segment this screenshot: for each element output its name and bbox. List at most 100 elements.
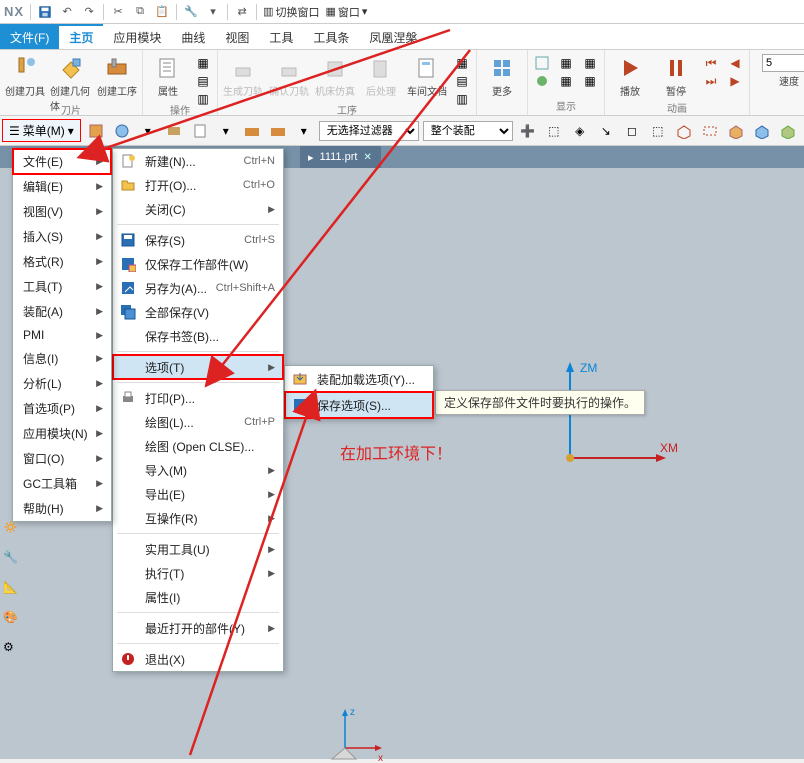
submenu-item[interactable]: 另存为(A)...Ctrl+Shift+A — [113, 276, 283, 300]
submenu-item[interactable]: 全部保存(V) — [113, 300, 283, 324]
window-menu[interactable]: ▦窗口▾ — [325, 4, 367, 20]
submenu-item[interactable]: 导出(E)▶ — [113, 482, 283, 506]
t2-2-icon[interactable] — [111, 120, 133, 142]
tab-toolbar[interactable]: 工具条 — [303, 24, 359, 49]
op-small-1-icon[interactable]: ▦ — [193, 55, 213, 71]
tab-application[interactable]: 应用模块 — [103, 24, 171, 49]
t2-7-icon[interactable] — [241, 120, 263, 142]
t2-k-icon[interactable] — [777, 120, 799, 142]
t2-8-icon[interactable] — [267, 120, 289, 142]
disp-3-icon[interactable]: ▦ — [556, 55, 576, 71]
tool-icon[interactable]: 🔧 — [183, 4, 199, 20]
tab-view[interactable]: 视图 — [215, 24, 259, 49]
t2-f-icon[interactable]: ⬚ — [647, 120, 669, 142]
menu-item[interactable]: 首选项(P)▶ — [13, 396, 111, 421]
disp-4-icon[interactable]: ▦ — [556, 73, 576, 89]
menu-item[interactable]: 文件(E)▶ — [12, 148, 112, 175]
t2-4-icon[interactable] — [163, 120, 185, 142]
menu-item[interactable]: 信息(I)▶ — [13, 346, 111, 371]
close-tab-icon[interactable]: ✕ — [363, 152, 371, 163]
submenu-item[interactable]: 实用工具(U)▶ — [113, 537, 283, 561]
menu-item[interactable]: GC工具箱▶ — [13, 471, 111, 496]
document-tab[interactable]: ▸ 1111.prt ✕ — [300, 146, 381, 168]
menu-item[interactable]: 视图(V)▶ — [13, 199, 111, 224]
menu-item[interactable]: 帮助(H)▶ — [13, 496, 111, 521]
play-button[interactable]: 播放 — [609, 52, 651, 98]
menu-item[interactable]: 格式(R)▶ — [13, 249, 111, 274]
tab-fenghuang[interactable]: 凤凰涅槃 — [359, 24, 427, 49]
chevron-down-icon[interactable]: ▾ — [205, 4, 221, 20]
t2-c-icon[interactable]: ◈ — [569, 120, 591, 142]
copy-icon[interactable]: ⧉ — [132, 4, 148, 20]
create-tool-button[interactable]: 创建刀具 — [4, 52, 46, 98]
t2-6-icon[interactable]: ▾ — [215, 120, 237, 142]
skip-back-icon[interactable]: ⏮ — [701, 55, 721, 71]
menu-item[interactable]: PMI▶ — [13, 324, 111, 346]
more-button[interactable]: 更多 — [481, 52, 523, 98]
t2-d-icon[interactable]: ↘ — [595, 120, 617, 142]
t2-5-icon[interactable] — [189, 120, 211, 142]
tab-curve[interactable]: 曲线 — [171, 24, 215, 49]
submenu-item[interactable]: 导入(M)▶ — [113, 458, 283, 482]
t2-3-icon[interactable]: ▾ — [137, 120, 159, 142]
switch-window[interactable]: ▥切换窗口 — [263, 4, 319, 20]
submenu-item[interactable]: 属性(I) — [113, 585, 283, 609]
cut-icon[interactable]: ✂ — [110, 4, 126, 20]
speed-input[interactable] — [762, 54, 804, 72]
menu-button[interactable]: ☰ 菜单(M)▾ — [2, 119, 81, 142]
lt-1-icon[interactable]: 🔅 — [3, 520, 19, 536]
submenu-item[interactable]: 绘图(L)...Ctrl+P — [113, 410, 283, 434]
disp-1-icon[interactable] — [532, 55, 552, 71]
shopfloor-doc-button[interactable]: 车间文档 — [406, 52, 448, 98]
lt-4-icon[interactable]: 🎨 — [3, 610, 19, 626]
submenu-item[interactable]: 保存书签(B)... — [113, 324, 283, 348]
op-small-3-icon[interactable]: ▥ — [193, 91, 213, 107]
submenu-item[interactable]: 选项(T)▶ — [112, 354, 284, 380]
step-back-icon[interactable]: ◀ — [725, 55, 745, 71]
menu-item[interactable]: 窗口(O)▶ — [13, 446, 111, 471]
submenu-item[interactable]: 打开(O)...Ctrl+O — [113, 173, 283, 197]
disp-2-icon[interactable] — [532, 73, 552, 89]
t2-h-icon[interactable] — [699, 120, 721, 142]
submenu-item[interactable]: 执行(T)▶ — [113, 561, 283, 585]
properties-button[interactable]: 属性 — [147, 52, 189, 98]
menu-item[interactable]: 工具(T)▶ — [13, 274, 111, 299]
filter-select-1[interactable]: 无选择过滤器 — [319, 121, 419, 141]
options-item[interactable]: 保存选项(S)... — [284, 391, 434, 419]
options-item[interactable]: 装配加载选项(Y)... — [285, 366, 433, 392]
t2-b-icon[interactable]: ⬚ — [543, 120, 565, 142]
tab-home[interactable]: 主页 — [59, 24, 103, 49]
submenu-item[interactable]: 关闭(C)▶ — [113, 197, 283, 221]
op-small-2-icon[interactable]: ▤ — [193, 73, 213, 89]
submenu-item[interactable]: 退出(X) — [113, 647, 283, 671]
lt-2-icon[interactable]: 🔧 — [3, 550, 19, 566]
submenu-item[interactable]: 新建(N)...Ctrl+N — [113, 149, 283, 173]
undo-icon[interactable]: ↶ — [59, 4, 75, 20]
skip-fwd-icon[interactable]: ⏭ — [701, 73, 721, 89]
menu-item[interactable]: 装配(A)▶ — [13, 299, 111, 324]
tab-tools[interactable]: 工具 — [259, 24, 303, 49]
menu-item[interactable]: 插入(S)▶ — [13, 224, 111, 249]
pause-button[interactable]: 暂停 — [655, 52, 697, 98]
save-icon[interactable] — [37, 4, 53, 20]
redo-icon[interactable]: ↷ — [81, 4, 97, 20]
submenu-item[interactable]: 仅保存工作部件(W) — [113, 252, 283, 276]
t2-i-icon[interactable] — [725, 120, 747, 142]
step-fwd-icon[interactable]: ▶ — [725, 73, 745, 89]
t2-j-icon[interactable] — [751, 120, 773, 142]
disp-5-icon[interactable]: ▦ — [580, 55, 600, 71]
tab-file[interactable]: 文件(F) — [0, 24, 59, 49]
menu-item[interactable]: 分析(L)▶ — [13, 371, 111, 396]
submenu-item[interactable]: 最近打开的部件(Y)▶ — [113, 616, 283, 640]
disp-6-icon[interactable]: ▦ — [580, 73, 600, 89]
proc-small-3-icon[interactable]: ▥ — [452, 91, 472, 107]
filter-select-2[interactable]: 整个装配 — [423, 121, 513, 141]
submenu-item[interactable]: 绘图 (Open CLSE)... — [113, 434, 283, 458]
menu-item[interactable]: 编辑(E)▶ — [13, 174, 111, 199]
t2-a-icon[interactable]: ➕ — [517, 120, 539, 142]
lt-3-icon[interactable]: 📐 — [3, 580, 19, 596]
toggle-icon[interactable]: ⇄ — [234, 4, 250, 20]
proc-small-1-icon[interactable]: ▦ — [452, 55, 472, 71]
lt-5-icon[interactable]: ⚙ — [3, 640, 19, 656]
proc-small-2-icon[interactable]: ▤ — [452, 73, 472, 89]
